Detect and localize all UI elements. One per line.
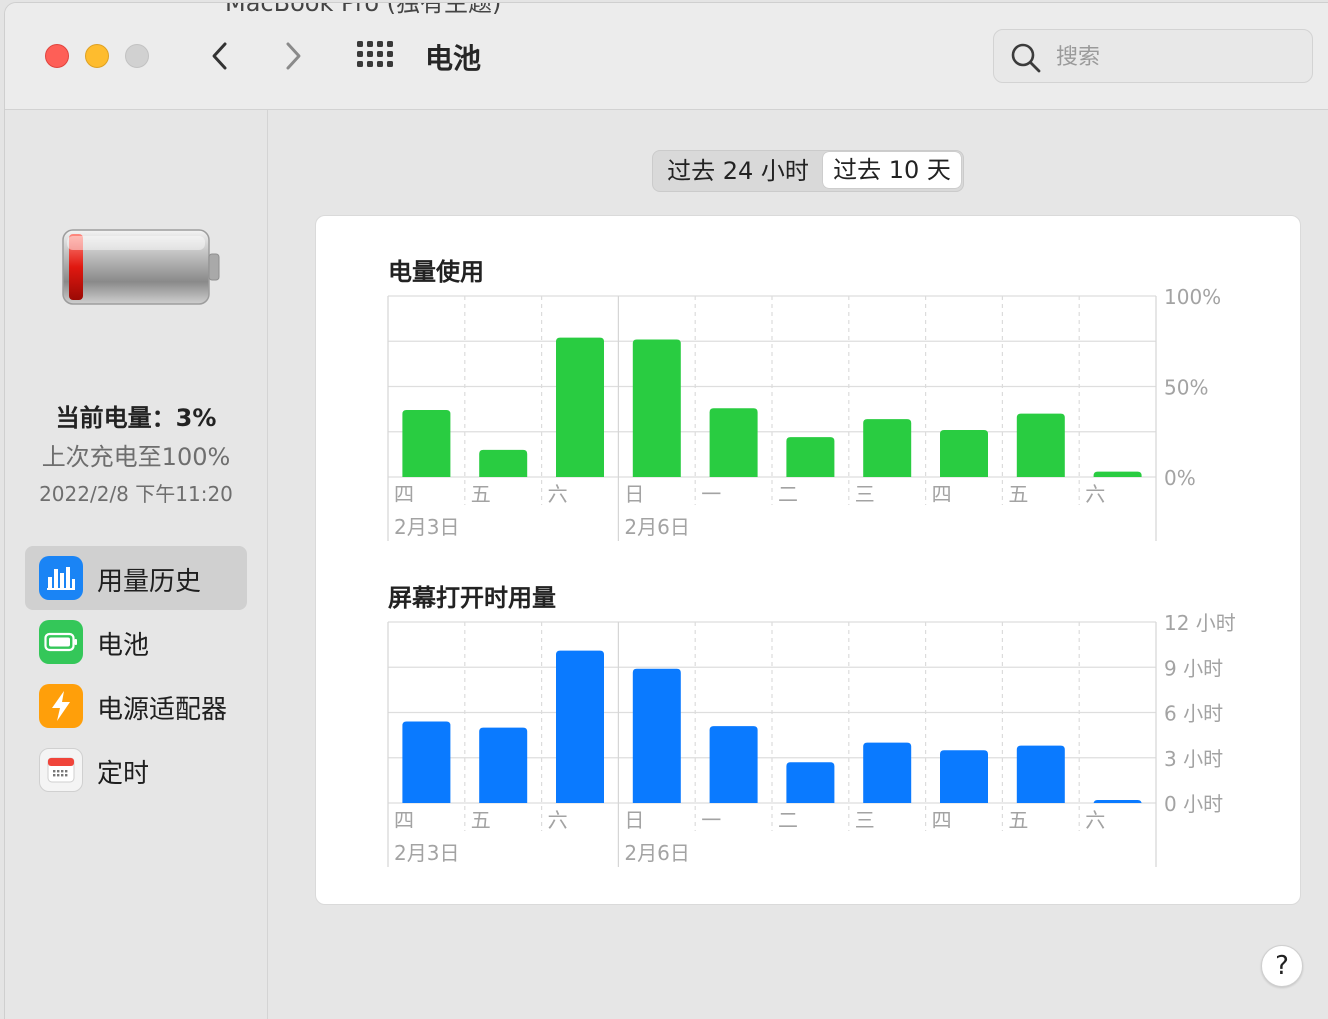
main-content: 过去 24 小时 过去 10 天 电量使用 100% 50% 0% 四五六日一二三四五… bbox=[268, 110, 1328, 1019]
y-tick-label: 3 小时 bbox=[1164, 747, 1223, 771]
date-label: 2月3日 bbox=[394, 841, 459, 865]
x-tick-label: 四 bbox=[932, 808, 952, 832]
x-tick-label: 五 bbox=[471, 482, 491, 506]
minimize-button[interactable] bbox=[85, 44, 109, 68]
x-tick-label: 六 bbox=[1085, 482, 1105, 506]
search-input[interactable] bbox=[1054, 40, 1298, 74]
x-tick-label: 四 bbox=[394, 808, 414, 832]
x-tick-label: 六 bbox=[1085, 808, 1105, 832]
sidebar-item-label: 定时 bbox=[97, 759, 150, 789]
x-tick-label: 一 bbox=[701, 808, 721, 832]
y-tick-label: 100% bbox=[1164, 286, 1221, 309]
sidebar-item-power-adapter[interactable]: 电源适配器 bbox=[25, 674, 247, 738]
x-tick-label: 五 bbox=[1008, 808, 1028, 832]
x-tick-label: 三 bbox=[855, 808, 875, 832]
bar bbox=[940, 429, 988, 477]
x-tick-label: 五 bbox=[1008, 482, 1028, 506]
battery-icon bbox=[39, 620, 83, 664]
back-button[interactable] bbox=[205, 39, 235, 73]
bar bbox=[632, 668, 681, 803]
bar bbox=[632, 339, 681, 477]
bar bbox=[479, 727, 528, 803]
sidebar-menu: 用量历史 电池 电源适配器 定时 bbox=[25, 546, 247, 802]
battery-level-chart: 100% 50% 0% 四 五 六 日 一 二 三 四 五 六 2月3日 2月6日 bbox=[387, 286, 1221, 541]
y-tick-label: 50% bbox=[1164, 376, 1208, 400]
bar-chart-icon bbox=[39, 556, 83, 600]
bar bbox=[402, 410, 451, 477]
x-tick-label: 二 bbox=[778, 482, 798, 506]
sidebar-item-label: 电池 bbox=[97, 631, 150, 661]
time-range-segmented-control: 过去 24 小时 过去 10 天 bbox=[652, 150, 964, 192]
x-tick-label: 六 bbox=[548, 808, 568, 832]
bar bbox=[786, 437, 835, 477]
calendar-icon bbox=[39, 748, 83, 792]
x-tick-label: 五 bbox=[471, 808, 491, 832]
tab-last-10-days[interactable]: 过去 10 天 bbox=[823, 152, 961, 188]
bar bbox=[402, 721, 451, 803]
date-label: 2月6日 bbox=[624, 841, 689, 865]
pane-title: 电池 bbox=[425, 42, 482, 75]
last-charged-label: 上次充电至100% bbox=[41, 443, 231, 471]
chevron-left-icon bbox=[212, 42, 227, 70]
bar bbox=[1016, 413, 1065, 477]
zoom-button[interactable] bbox=[125, 44, 149, 68]
x-tick-label: 四 bbox=[932, 482, 952, 506]
screen-on-usage-chart: 12 小时 9 小时 6 小时 3 小时 0 小时四 五 六 日 一 二 三 四 五 六 2月3日 2月6日 bbox=[387, 612, 1236, 867]
y-tick-label: 9 小时 bbox=[1164, 656, 1223, 680]
help-button[interactable]: ? bbox=[1261, 945, 1303, 987]
bar bbox=[1093, 471, 1142, 477]
x-tick-label: 日 bbox=[624, 482, 644, 506]
last-charged-time: 2022/2/8 下午11:20 bbox=[39, 482, 233, 506]
tab-last-24-hours[interactable]: 过去 24 小时 bbox=[653, 151, 823, 191]
title-bar: MacBook Pro (独有主题) 电池 bbox=[5, 3, 1328, 110]
battery-status-icon bbox=[62, 229, 220, 305]
x-tick-label: 二 bbox=[778, 808, 798, 832]
bar bbox=[786, 762, 835, 803]
screen-on-usage-chart-title: 屏幕打开时用量 bbox=[388, 584, 556, 612]
bar bbox=[556, 337, 604, 477]
current-charge-label: 当前电量：3% bbox=[55, 404, 217, 432]
sidebar-item-usage-history[interactable]: 用量历史 bbox=[25, 546, 247, 610]
bar bbox=[479, 449, 528, 477]
bar bbox=[940, 750, 988, 803]
forward-button[interactable] bbox=[278, 39, 308, 73]
bar bbox=[1016, 745, 1065, 803]
y-tick-label: 12 小时 bbox=[1164, 612, 1236, 635]
x-tick-label: 日 bbox=[624, 808, 644, 832]
x-tick-label: 三 bbox=[855, 482, 875, 506]
date-label: 2月6日 bbox=[624, 515, 689, 539]
search-field[interactable] bbox=[993, 29, 1313, 83]
usage-charts-card: 电量使用 100% 50% 0% 四五六日一二三四五六 2月3日 2月6日 屏幕打开时用量… bbox=[315, 215, 1301, 905]
close-button[interactable] bbox=[45, 44, 69, 68]
search-icon bbox=[1011, 43, 1041, 73]
show-all-grid-button[interactable] bbox=[357, 41, 395, 73]
sidebar-item-schedule[interactable]: 定时 bbox=[25, 738, 247, 802]
sidebar: 当前电量：3% 上次充电至100% 2022/2/8 下午11:20 用量历史 bbox=[5, 110, 268, 1019]
bar bbox=[863, 419, 912, 477]
date-label: 2月3日 bbox=[394, 515, 459, 539]
chevron-right-icon bbox=[286, 42, 301, 70]
bar bbox=[709, 408, 758, 477]
system-preferences-window: MacBook Pro (独有主题) 电池 搜索 当前电量：3% 上次充电至10… bbox=[4, 2, 1328, 1019]
lightning-icon bbox=[39, 684, 83, 728]
bar bbox=[863, 742, 912, 803]
y-tick-label: 6 小时 bbox=[1164, 702, 1223, 726]
sidebar-item-label: 电源适配器 bbox=[97, 695, 228, 725]
battery-level-chart-title: 电量使用 bbox=[388, 258, 484, 286]
sidebar-item-label: 用量历史 bbox=[97, 567, 202, 597]
bar bbox=[709, 726, 758, 803]
y-tick-label: 0% bbox=[1164, 466, 1196, 490]
sidebar-item-battery[interactable]: 电池 bbox=[25, 610, 247, 674]
bar bbox=[556, 650, 604, 803]
x-tick-label: 六 bbox=[548, 482, 568, 506]
x-tick-label: 四 bbox=[394, 482, 414, 506]
background-window-title: MacBook Pro (独有主题) bbox=[225, 2, 502, 17]
x-tick-label: 一 bbox=[701, 482, 721, 506]
y-tick-label: 0 小时 bbox=[1164, 792, 1223, 816]
